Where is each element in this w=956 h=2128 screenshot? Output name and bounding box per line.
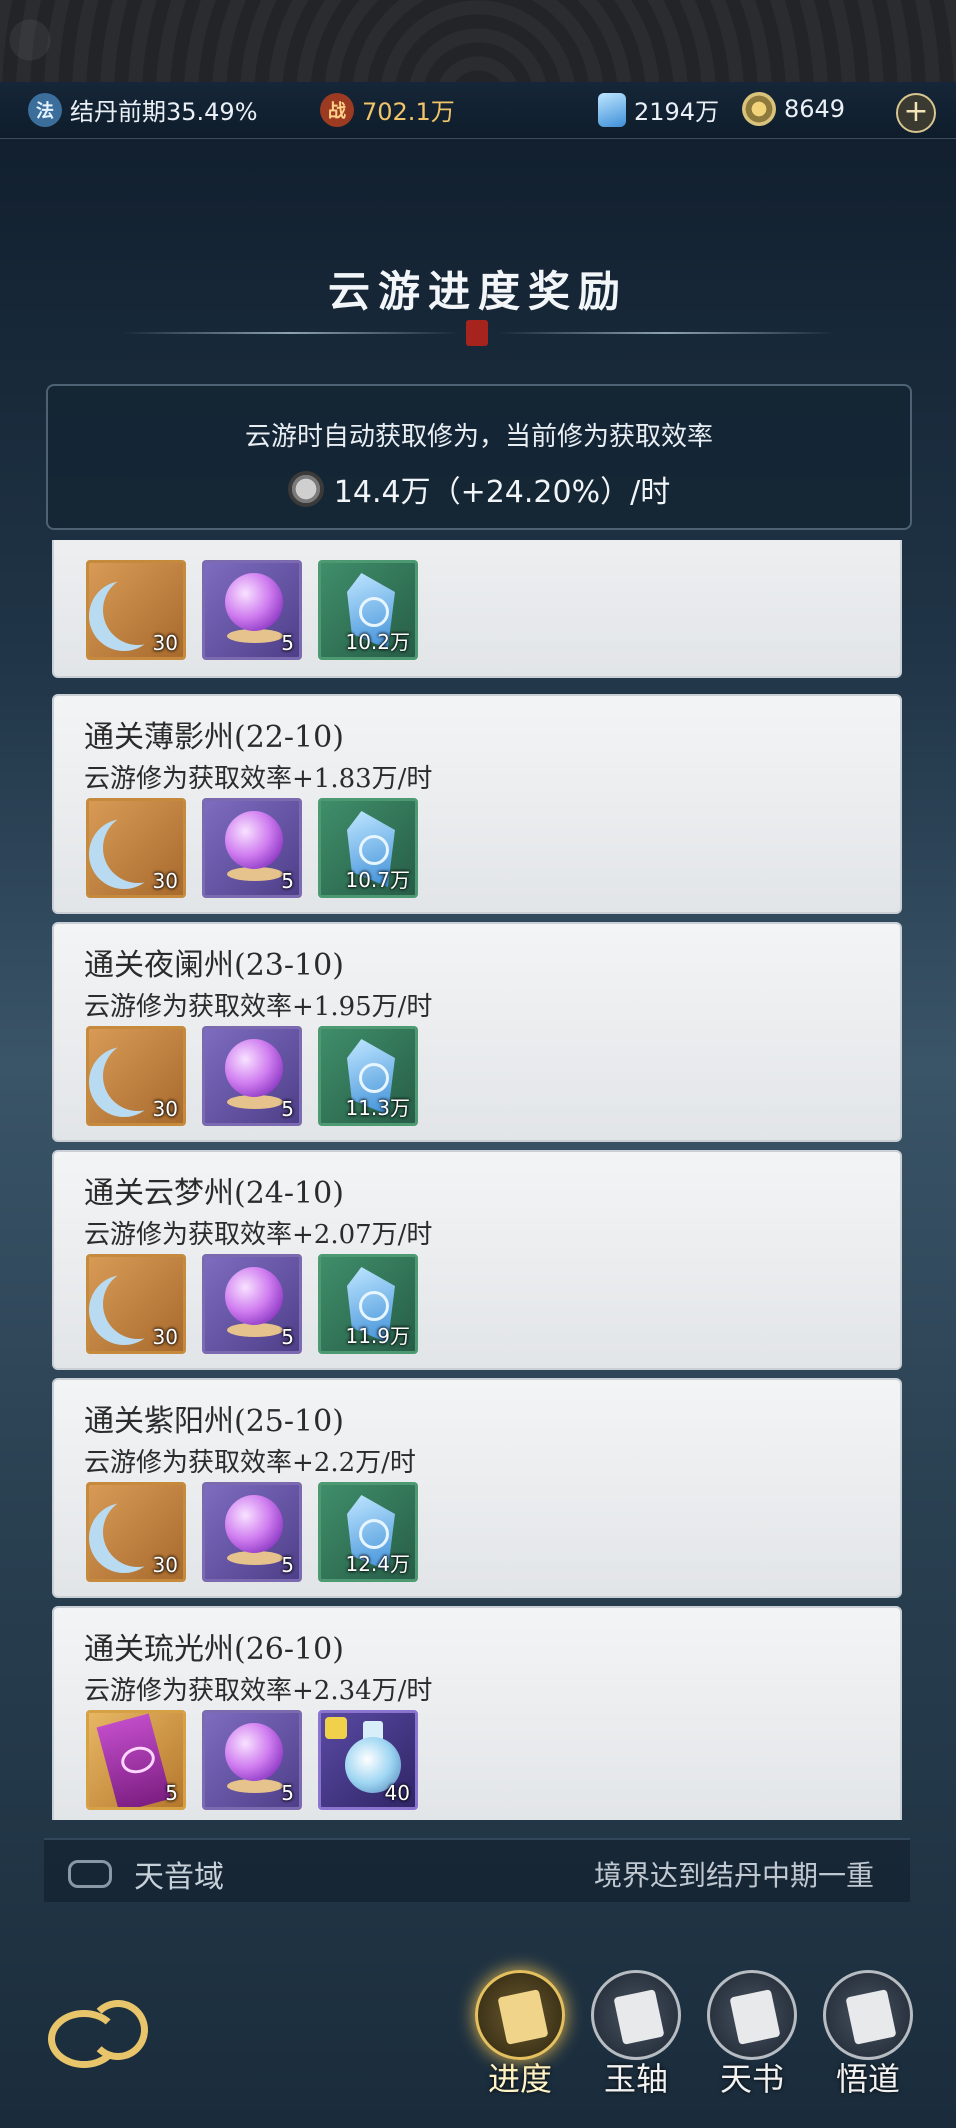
realm-progress[interactable]: 法 结丹前期35.49% (28, 92, 258, 127)
purple-orb-icon (225, 1267, 283, 1325)
reward-item[interactable]: 30 (86, 798, 186, 898)
reward-item[interactable]: 5 (202, 1026, 302, 1126)
jade-value: 8649 (784, 95, 846, 123)
purple-orb-icon (225, 811, 283, 869)
reward-item[interactable]: 30 (86, 1026, 186, 1126)
tab-label: 进度 (487, 2060, 552, 2098)
zone-requirement: 境界达到结丹中期一重 (593, 1859, 874, 1892)
title-divider-right (496, 332, 836, 334)
reward-item[interactable]: 5 (202, 1254, 302, 1354)
reward-subtitle: 云游修为获取效率+1.83万/时 (84, 764, 433, 794)
combat-power-value: 702.1万 (362, 98, 455, 126)
reward-title: 通关紫阳州(25-10) (84, 1404, 344, 1439)
realm-text: 结丹前期35.49% (70, 98, 258, 126)
tab-progress[interactable]: 进度 (472, 1970, 568, 2100)
reward-item[interactable]: 10.2万 (318, 560, 418, 660)
reward-card: 通关云梦州(24-10) 云游修为获取效率+2.07万/时 30 5 11.9万 (52, 1150, 902, 1370)
reward-subtitle: 云游修为获取效率+1.95万/时 (84, 992, 433, 1022)
reward-subtitle: 云游修为获取效率+2.34万/时 (84, 1676, 433, 1706)
reward-card: 通关夜阑州(23-10) 云游修为获取效率+1.95万/时 30 5 11.3万 (52, 922, 902, 1142)
fragment-icon (325, 1717, 347, 1739)
seal-icon (466, 320, 488, 346)
tab-enlightenment[interactable]: 悟道 (820, 1970, 916, 2100)
reward-item[interactable]: 5 (202, 560, 302, 660)
purple-orb-icon (225, 1495, 283, 1553)
reward-title: 通关琉光州(26-10) (84, 1632, 344, 1667)
realm-icon: 法 (28, 92, 62, 127)
tab-label: 悟道 (835, 2060, 900, 2098)
reward-subtitle: 云游修为获取效率+2.2万/时 (84, 1448, 416, 1478)
reward-subtitle: 云游修为获取效率+2.07万/时 (84, 1220, 433, 1250)
resource-bar: 法 结丹前期35.49% 战 702.1万 2194万 8649 (0, 82, 956, 139)
spirit-stone-value: 2194万 (634, 98, 720, 126)
reward-list[interactable]: 30 5 10.2万 通关薄影州(22-10) 云游修为获取效率+1.83万/时… (50, 540, 906, 1820)
tab-label: 天书 (719, 2060, 784, 2098)
reward-card: 通关薄影州(22-10) 云游修为获取效率+1.83万/时 30 5 10.7万 (52, 694, 902, 914)
reward-card: 通关紫阳州(25-10) 云游修为获取效率+2.2万/时 30 5 12.4万 (52, 1378, 902, 1598)
jade-currency[interactable]: 8649 (742, 92, 845, 126)
reward-item[interactable]: 5 (86, 1710, 186, 1810)
purple-orb-icon (225, 573, 283, 631)
purple-orb-icon (225, 1723, 283, 1781)
reward-item[interactable]: 40 (318, 1710, 418, 1810)
tab-jade-scroll[interactable]: 玉轴 (588, 1970, 684, 2100)
reward-item[interactable]: 5 (202, 1710, 302, 1810)
add-currency-button[interactable]: + (896, 93, 936, 133)
locked-zone-icon (68, 1860, 112, 1888)
scroll-book-icon (475, 1970, 565, 2060)
cloud-logo-icon[interactable] (48, 2000, 152, 2068)
jade-scroll-icon (591, 1970, 681, 2060)
page-title: 云游进度奖励 (327, 267, 628, 316)
reward-item[interactable]: 12.4万 (318, 1482, 418, 1582)
efficiency-info-panel: 云游时自动获取修为，当前修为获取效率 14.4万（+24.20%）/时 (46, 384, 912, 530)
reward-item[interactable]: 5 (202, 1482, 302, 1582)
spirit-stone-currency[interactable]: 2194万 (598, 92, 719, 127)
reward-item[interactable]: 30 (86, 560, 186, 660)
reward-item[interactable]: 11.3万 (318, 1026, 418, 1126)
next-zone-row[interactable]: 天音域 境界达到结丹中期一重 (44, 1838, 910, 1902)
title-divider-left (120, 332, 460, 334)
jade-swirl-icon (742, 92, 776, 126)
purple-orb-icon (225, 1039, 283, 1097)
reward-item[interactable]: 30 (86, 1254, 186, 1354)
reward-title: 通关云梦州(24-10) (84, 1176, 344, 1211)
reward-card: 30 5 10.2万 (52, 540, 902, 678)
spirit-stone-icon (598, 92, 626, 127)
reward-title: 通关薄影州(22-10) (84, 720, 344, 755)
tab-label: 玉轴 (603, 2060, 668, 2098)
efficiency-value: 14.4万（+24.20%）/时 (333, 475, 671, 510)
reward-item[interactable]: 5 (202, 798, 302, 898)
tab-heavenly-book[interactable]: 天书 (704, 1970, 800, 2100)
reward-item[interactable]: 11.9万 (318, 1254, 418, 1354)
reward-item[interactable]: 30 (86, 1482, 186, 1582)
reward-card: 通关琉光州(26-10) 云游修为获取效率+2.34万/时 5 5 40 (52, 1606, 902, 1820)
reward-item[interactable]: 10.7万 (318, 798, 418, 898)
combat-icon: 战 (320, 92, 354, 127)
info-description: 云游时自动获取修为，当前修为获取效率 (244, 422, 713, 452)
reward-title: 通关夜阑州(23-10) (84, 948, 344, 983)
heavenly-book-icon (707, 1970, 797, 2060)
magnifier-icon (287, 471, 324, 507)
top-decoration (0, 0, 956, 82)
combat-power: 战 702.1万 (320, 92, 455, 127)
enlightenment-talisman-icon (823, 1970, 913, 2060)
zone-name: 天音域 (134, 1860, 224, 1895)
